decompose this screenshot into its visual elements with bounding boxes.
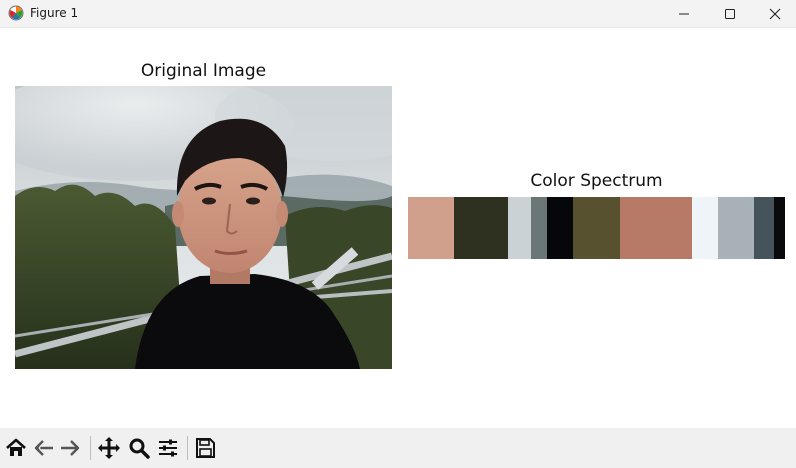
toolbar-separator — [187, 436, 188, 460]
zoom-button[interactable] — [127, 436, 151, 460]
navigation-toolbar — [0, 428, 796, 468]
close-button[interactable] — [752, 0, 796, 27]
original-image-title: Original Image — [140, 61, 267, 81]
close-icon — [769, 8, 781, 19]
forward-button[interactable] — [58, 436, 82, 460]
save-button[interactable] — [193, 436, 217, 460]
color-swatch — [530, 197, 548, 259]
pan-icon — [98, 437, 120, 459]
color-swatch — [453, 197, 508, 259]
save-icon — [196, 438, 215, 458]
matplotlib-logo-icon — [8, 5, 24, 21]
maximize-button[interactable] — [707, 0, 753, 27]
zoom-icon — [129, 438, 150, 459]
back-button[interactable] — [32, 436, 56, 460]
forward-icon — [61, 440, 80, 456]
back-icon — [34, 440, 53, 456]
color-swatch — [691, 197, 718, 259]
color-spectrum-bar — [408, 197, 785, 259]
maximize-icon — [725, 8, 735, 19]
color-swatch — [754, 197, 774, 259]
minimize-button[interactable] — [661, 0, 707, 27]
color-spectrum-title: Color Spectrum — [530, 171, 663, 191]
color-swatch — [507, 197, 531, 259]
color-swatch — [773, 197, 785, 259]
configure-subplots-icon — [159, 439, 177, 457]
original-image — [15, 86, 392, 369]
portrait-photo-image — [15, 86, 392, 369]
color-swatch — [620, 197, 692, 259]
configure-subplots-button[interactable] — [156, 436, 180, 460]
pan-button[interactable] — [97, 436, 121, 460]
home-button[interactable] — [4, 436, 28, 460]
window-title: Figure 1 — [30, 6, 79, 20]
home-icon — [6, 438, 26, 456]
minimize-icon — [679, 13, 689, 14]
color-swatch — [408, 197, 454, 259]
color-swatch — [547, 197, 574, 259]
toolbar-separator — [90, 436, 91, 460]
color-swatch — [717, 197, 754, 259]
color-swatch — [573, 197, 621, 259]
window-titlebar: Figure 1 — [0, 0, 796, 28]
